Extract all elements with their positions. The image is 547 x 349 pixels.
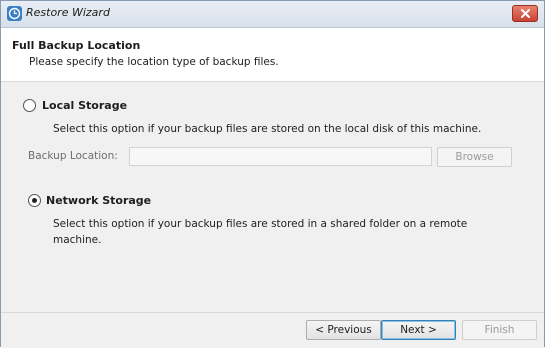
wizard-body: Local Storage Select this option if your… bbox=[1, 82, 544, 312]
title-bar[interactable]: Restore Wizard bbox=[1, 1, 544, 28]
next-button[interactable]: Next > bbox=[381, 320, 456, 340]
page-title: Full Backup Location bbox=[12, 39, 141, 52]
close-icon bbox=[521, 9, 530, 18]
restore-clock-icon bbox=[7, 6, 22, 21]
page-subtitle: Please specify the location type of back… bbox=[29, 56, 279, 68]
network-storage-description-line1: Select this option if your backup files … bbox=[53, 218, 468, 230]
close-button[interactable] bbox=[512, 5, 538, 22]
network-storage-radio[interactable] bbox=[28, 194, 41, 207]
browse-button[interactable]: Browse bbox=[437, 147, 512, 167]
local-storage-label[interactable]: Local Storage bbox=[42, 99, 127, 112]
backup-location-label: Backup Location: bbox=[28, 150, 118, 162]
network-storage-label[interactable]: Network Storage bbox=[46, 194, 151, 207]
local-storage-radio[interactable] bbox=[23, 99, 36, 112]
finish-button[interactable]: Finish bbox=[462, 320, 537, 340]
wizard-header: Full Backup Location Please specify the … bbox=[1, 28, 544, 82]
network-storage-description-line2: machine. bbox=[53, 234, 102, 246]
restore-wizard-window: Restore Wizard Full Backup Location Plea… bbox=[0, 0, 545, 348]
wizard-footer: < Previous Next > Finish bbox=[1, 312, 544, 348]
backup-location-input[interactable] bbox=[129, 147, 432, 166]
window-title: Restore Wizard bbox=[26, 6, 110, 19]
radio-selected-dot bbox=[32, 198, 37, 203]
previous-button[interactable]: < Previous bbox=[306, 320, 381, 340]
local-storage-description: Select this option if your backup files … bbox=[53, 123, 482, 135]
